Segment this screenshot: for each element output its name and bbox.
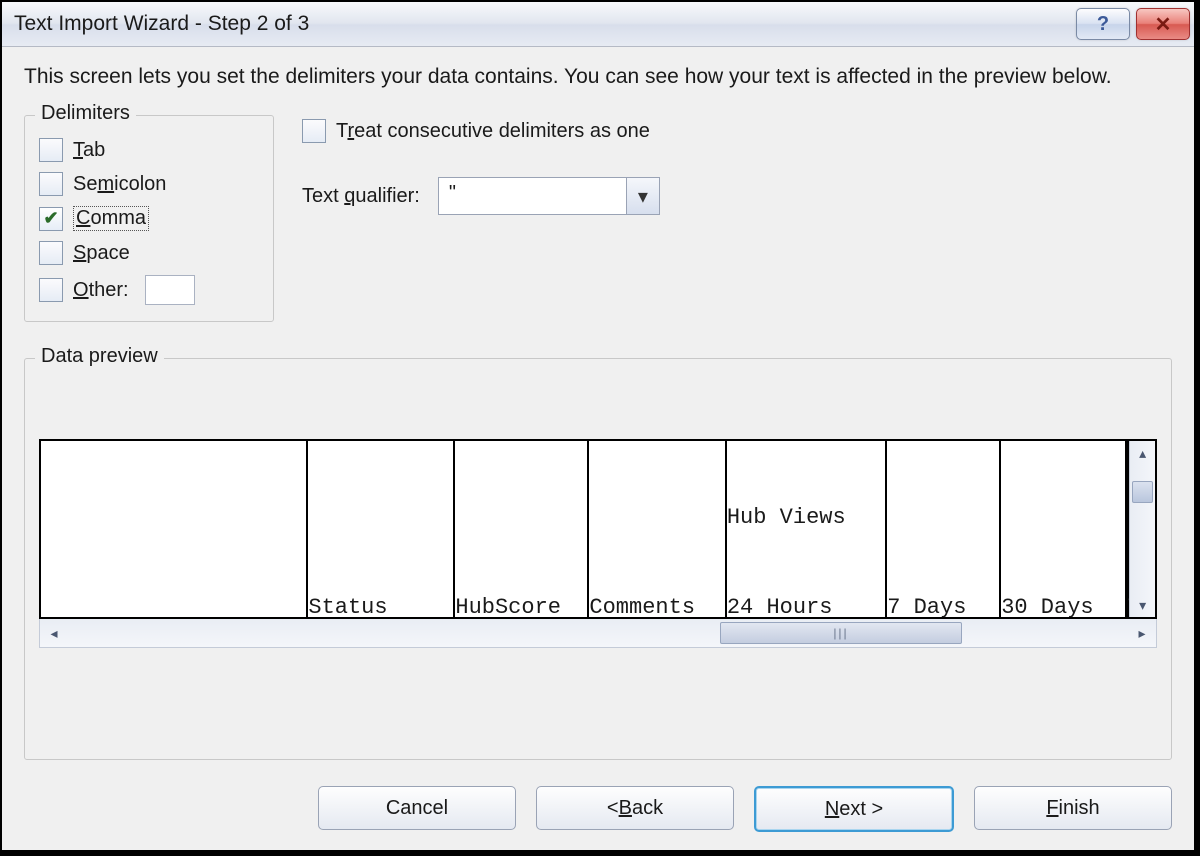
- other-input[interactable]: [145, 275, 195, 305]
- back-button[interactable]: < Back: [536, 786, 734, 830]
- preview-col-0: rver 2003 and 2008: [41, 441, 308, 617]
- tab-label: Tab: [73, 139, 105, 162]
- tab-checkbox[interactable]: [39, 138, 63, 162]
- space-checkbox[interactable]: [39, 241, 63, 265]
- preview-col-30days: 30 Days 144 17 124: [1001, 441, 1127, 617]
- semicolon-label: Semicolon: [73, 173, 166, 196]
- delimiters-legend: Delimiters: [35, 102, 136, 125]
- next-button[interactable]: Next >: [754, 786, 954, 832]
- delimiter-options: Treat consecutive delimiters as one Text…: [302, 119, 660, 215]
- horizontal-scrollbar[interactable]: ◂ ||| ▸: [39, 619, 1157, 648]
- semicolon-checkbox-row: Semicolon: [39, 172, 259, 196]
- text-qualifier-select[interactable]: " ▾: [438, 177, 660, 215]
- comma-checkbox-row: ✔ Comma: [39, 206, 259, 231]
- other-checkbox[interactable]: [39, 278, 63, 302]
- data-preview-grid: rver 2003 and 2008 Status Published Publ…: [39, 439, 1157, 619]
- text-qualifier-label: Text qualifier:: [302, 185, 420, 208]
- preview-col-status: Status Published Published Published: [308, 441, 455, 617]
- scroll-up-icon: ▴: [1130, 441, 1155, 465]
- text-qualifier-value: ": [439, 178, 626, 214]
- window-title: Text Import Wizard - Step 2 of 3: [14, 12, 1076, 36]
- preview-col-7days: 7 Days 24 4 22: [887, 441, 1001, 617]
- description-text: This screen lets you set the delimiters …: [24, 63, 1172, 91]
- finish-button[interactable]: Finish: [974, 786, 1172, 830]
- comma-checkbox[interactable]: ✔: [39, 207, 63, 231]
- preview-col-comments: Comments 0 0 0: [589, 441, 726, 617]
- preview-col-24hours: Hub Views 24 Hours 2 1 3: [727, 441, 887, 617]
- question-icon: ?: [1097, 13, 1109, 36]
- title-bar: Text Import Wizard - Step 2 of 3 ? ✕: [2, 2, 1194, 47]
- dialog-client: This screen lets you set the delimiters …: [2, 47, 1194, 850]
- scroll-left-icon: ◂: [40, 619, 68, 647]
- data-preview-legend: Data preview: [35, 345, 164, 368]
- close-icon: ✕: [1155, 12, 1172, 37]
- preview-col-hubscore: HubScore 85 82 82: [455, 441, 589, 617]
- data-preview-group: Data preview rver 2003 and 2008 Status P…: [24, 358, 1172, 760]
- dialog-window: Text Import Wizard - Step 2 of 3 ? ✕ Thi…: [0, 0, 1196, 852]
- space-checkbox-row: Space: [39, 241, 259, 265]
- other-label: Other:: [73, 279, 129, 302]
- scroll-right-icon: ▸: [1128, 619, 1156, 647]
- dialog-footer: Cancel < Back Next > Finish: [24, 786, 1172, 832]
- scroll-down-icon: ▾: [1130, 593, 1155, 617]
- comma-label: Comma: [73, 206, 149, 231]
- delimiters-group: Delimiters Tab Semicolon ✔ Comma: [24, 115, 274, 322]
- semicolon-checkbox[interactable]: [39, 172, 63, 196]
- help-button[interactable]: ?: [1076, 8, 1130, 40]
- vscroll-thumb[interactable]: [1132, 481, 1153, 503]
- close-button[interactable]: ✕: [1136, 8, 1190, 40]
- consecutive-checkbox[interactable]: [302, 119, 326, 143]
- chevron-down-icon: ▾: [626, 178, 659, 214]
- tab-checkbox-row: Tab: [39, 138, 259, 162]
- cancel-button[interactable]: Cancel: [318, 786, 516, 830]
- consecutive-label: Treat consecutive delimiters as one: [336, 120, 650, 143]
- vertical-scrollbar[interactable]: ▴ ▾: [1129, 441, 1155, 617]
- space-label: Space: [73, 242, 130, 265]
- system-buttons: ? ✕: [1076, 8, 1194, 40]
- hscroll-thumb[interactable]: |||: [720, 622, 962, 644]
- other-checkbox-row: Other:: [39, 275, 259, 305]
